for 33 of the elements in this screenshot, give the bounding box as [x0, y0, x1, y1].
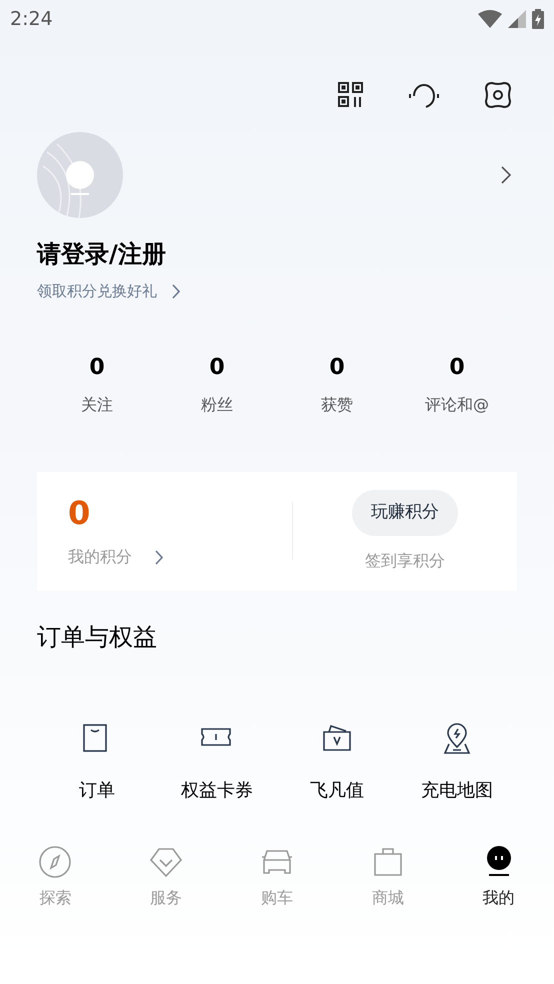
- points-value: 0: [68, 493, 92, 533]
- points-promo-link[interactable]: 领取积分兑换好礼: [37, 280, 157, 302]
- stat-label[interactable]: 粉丝: [201, 392, 233, 416]
- order-item-label[interactable]: 飞凡值: [310, 776, 364, 804]
- stat-count: 0: [449, 354, 465, 382]
- stat-count: 0: [209, 354, 225, 382]
- wifi-icon: [478, 10, 502, 28]
- chevron-right-icon: [171, 284, 181, 299]
- diamond-icon: [150, 846, 182, 878]
- battery-icon: [532, 9, 544, 29]
- status-time: 2:24: [10, 6, 53, 32]
- compass-icon: [39, 846, 72, 878]
- order-item-label[interactable]: 充电地图: [421, 776, 493, 804]
- earn-points-button[interactable]: 玩赚积分: [352, 490, 458, 536]
- settings-icon[interactable]: [484, 81, 512, 109]
- stat-label[interactable]: 评论和@: [425, 392, 489, 416]
- stat-count: 0: [89, 354, 105, 382]
- qr-code-icon[interactable]: [338, 82, 364, 108]
- stat-label[interactable]: 获赞: [321, 392, 353, 416]
- tab[interactable]: 我的: [443, 846, 554, 910]
- section-title: 订单与权益: [36, 622, 158, 652]
- stat-label[interactable]: 关注: [81, 392, 113, 416]
- map-pin-icon[interactable]: [441, 722, 473, 754]
- order-item-label[interactable]: 权益卡券: [181, 776, 253, 804]
- login-prompt[interactable]: 请登录/注册: [37, 238, 554, 270]
- order-item-label[interactable]: 订单: [79, 776, 115, 804]
- chevron-right-icon: [154, 550, 164, 564]
- chevron-right-icon[interactable]: [500, 166, 512, 184]
- shopping-bag-icon: [372, 846, 404, 878]
- check-in-hint: 签到享积分: [365, 550, 445, 572]
- signal-icon: [508, 10, 526, 28]
- headset-icon[interactable]: [409, 82, 439, 108]
- stat-count: 0: [329, 354, 345, 382]
